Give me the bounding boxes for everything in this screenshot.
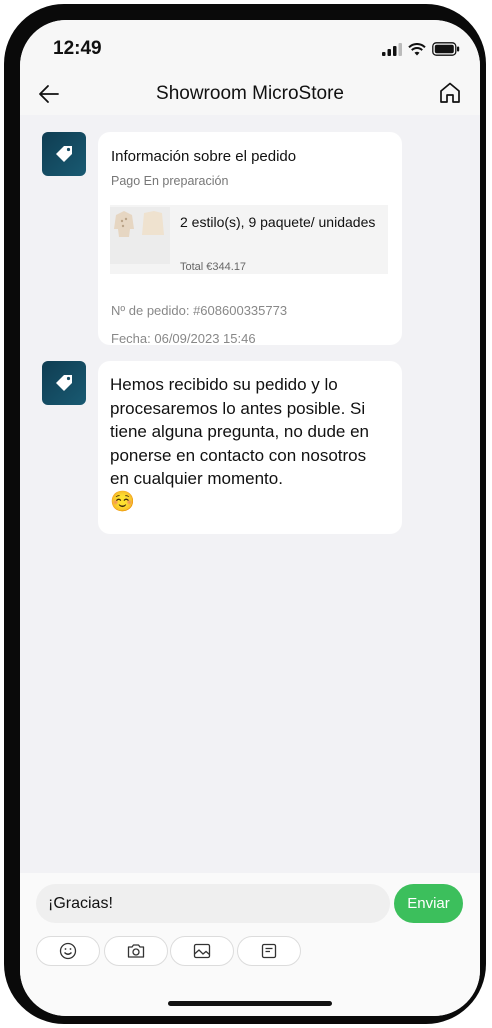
order-icon [261, 943, 277, 959]
image-icon [193, 943, 211, 959]
home-icon[interactable] [438, 81, 462, 105]
home-indicator [168, 1001, 332, 1006]
tag-icon [56, 375, 72, 391]
smile-emoji: ☺️ [110, 490, 135, 513]
message-input[interactable]: ¡Gracias! [36, 884, 390, 923]
product-thumbnail [110, 207, 170, 264]
message-text: Hemos recibido su pedido y lo procesarem… [110, 373, 375, 514]
order-number: Nº de pedido: #608600335773 [111, 303, 288, 318]
status-time: 12:49 [53, 38, 102, 59]
order-total: Total €344.17 [180, 261, 247, 273]
top-bar: 12:49 Showroom MicroStore [20, 20, 480, 115]
page-title: Showroom MicroStore [156, 83, 344, 104]
status-icons [382, 42, 460, 56]
order-info-card[interactable]: Información sobre el pedido Pago En prep… [98, 132, 402, 346]
emoji-icon [59, 942, 77, 960]
store-avatar-2 [42, 361, 86, 405]
signal-icon [382, 42, 402, 56]
screen: 12:49 Showroom MicroStore Información so… [20, 20, 480, 1016]
camera-button[interactable] [104, 936, 168, 966]
message-body: Hemos recibido su pedido y lo procesarem… [110, 375, 370, 488]
order-date: Fecha: 06/09/2023 15:46 [111, 331, 256, 346]
product-image [110, 207, 170, 264]
product-summary[interactable]: 2 estilo(s), 9 paquete/ unidades Total €… [110, 205, 388, 274]
order-status: Pago En preparación [111, 174, 229, 188]
order-button[interactable] [237, 936, 301, 966]
camera-icon [127, 944, 145, 958]
product-summary-text: 2 estilo(s), 9 paquete/ unidades [180, 214, 376, 230]
order-card-title: Información sobre el pedido [111, 148, 297, 165]
message-bubble: Hemos recibido su pedido y lo procesarem… [98, 361, 402, 534]
image-button[interactable] [170, 936, 234, 966]
composer-bar: ¡Gracias! Enviar [20, 873, 480, 1016]
wifi-icon [408, 42, 426, 55]
phone-frame: 12:49 Showroom MicroStore Información so… [4, 4, 486, 1024]
store-avatar [42, 132, 86, 176]
tag-icon [56, 146, 72, 162]
battery-icon [432, 42, 460, 56]
send-button[interactable]: Enviar [394, 884, 463, 923]
emoji-button[interactable] [36, 936, 100, 966]
